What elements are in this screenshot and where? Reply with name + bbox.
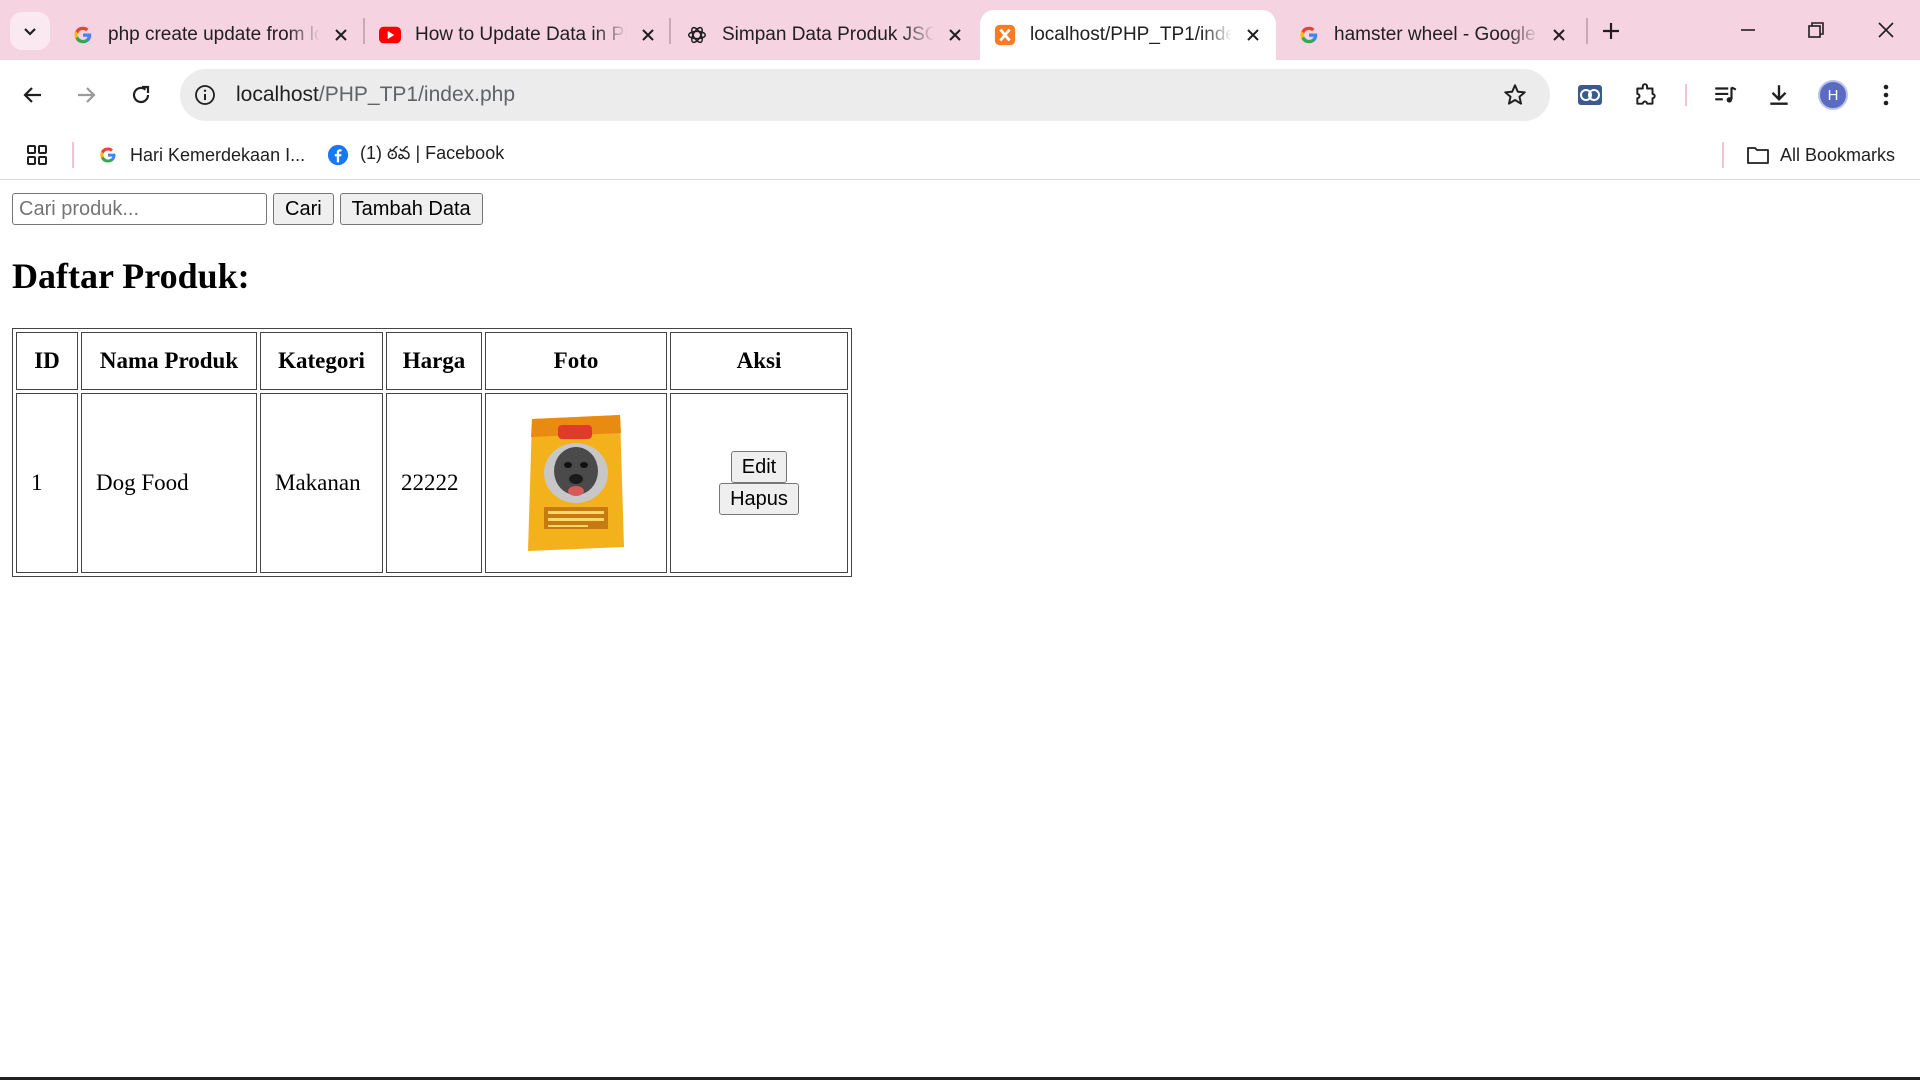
restore-button[interactable] [1786, 8, 1846, 52]
close-window-button[interactable] [1856, 8, 1916, 52]
toolbar-divider [1685, 84, 1687, 106]
tab-2[interactable]: How to Update Data in PHP [365, 10, 671, 60]
tab-1[interactable]: php create update from local JSON [58, 10, 364, 60]
minimize-icon [1741, 29, 1755, 31]
bookmarks-bar: Hari Kemerdekaan I... (1) ఠవ | Facebook … [0, 130, 1920, 180]
all-bookmarks-button[interactable]: All Bookmarks [1746, 140, 1895, 170]
apps-grid-icon [27, 145, 47, 165]
arrow-right-icon [78, 87, 96, 103]
search-input[interactable] [12, 193, 267, 225]
google-icon [1298, 24, 1320, 46]
cell-id: 1 [16, 393, 78, 573]
bookmark-item-1[interactable]: Hari Kemerdekaan I... [96, 140, 305, 170]
tab-title: hamster wheel - Google Search [1334, 24, 1538, 45]
close-icon[interactable] [330, 24, 352, 46]
bookmark-label: (1) ఠవ | Facebook [360, 142, 505, 163]
search-form: Cari Tambah Data [12, 193, 483, 225]
tab-strip: php create update from local JSON How to… [0, 0, 1920, 60]
tab-search-button[interactable] [10, 12, 50, 50]
close-icon[interactable] [1242, 24, 1264, 46]
facebook-icon [326, 143, 350, 167]
xampp-icon [994, 24, 1016, 46]
delete-button[interactable]: Hapus [719, 483, 799, 515]
google-icon [96, 143, 120, 167]
youtube-icon [379, 24, 401, 46]
cell-actions: Edit Hapus [670, 393, 848, 573]
back-button[interactable] [13, 75, 53, 115]
page-title: Daftar Produk: [12, 256, 250, 296]
download-icon[interactable] [1759, 75, 1799, 115]
extension-readaloud-icon[interactable] [1570, 75, 1610, 115]
info-icon[interactable] [192, 82, 218, 108]
page-content: Cari Tambah Data Daftar Produk: ID Nama … [0, 181, 1920, 1078]
products-table: ID Nama Produk Kategori Harga Foto Aksi … [12, 328, 852, 577]
tab-title: localhost/PHP_TP1/index.php [1030, 24, 1232, 45]
minimize-button[interactable] [1718, 8, 1778, 52]
bookmark-label: Hari Kemerdekaan I... [130, 144, 306, 165]
google-icon [72, 24, 94, 46]
url-path: /PHP_TP1/index.php [318, 83, 516, 106]
url-host: localhost [236, 83, 319, 106]
profile-avatar[interactable]: H [1818, 80, 1848, 110]
star-icon[interactable] [1502, 82, 1528, 108]
arrow-left-icon [23, 87, 41, 103]
close-icon[interactable] [637, 24, 659, 46]
cell-name: Dog Food [81, 393, 257, 573]
media-queue-icon[interactable] [1705, 75, 1745, 115]
add-data-button[interactable]: Tambah Data [339, 193, 483, 225]
dog-food-bag-image [528, 415, 624, 551]
chatgpt-icon [686, 24, 708, 46]
forward-button[interactable] [66, 75, 106, 115]
close-icon[interactable] [944, 24, 966, 46]
column-header-name: Nama Produk [81, 332, 257, 390]
column-header-price: Harga [386, 332, 482, 390]
search-button[interactable]: Cari [273, 193, 334, 225]
tab-3[interactable]: Simpan Data Produk JSON [672, 10, 978, 60]
restore-icon [1808, 22, 1824, 38]
folder-icon [1746, 143, 1770, 167]
cell-category: Makanan [260, 393, 383, 573]
new-tab-button[interactable] [1592, 14, 1630, 48]
extensions-puzzle-icon[interactable] [1626, 75, 1666, 115]
url-text: localhost/PHP_TP1/index.php [236, 83, 515, 107]
column-header-id: ID [16, 332, 78, 390]
cell-photo [485, 393, 667, 573]
bookmark-divider [72, 142, 74, 168]
plus-icon [1603, 23, 1619, 39]
table-header-row: ID Nama Produk Kategori Harga Foto Aksi [16, 332, 848, 390]
cell-price: 22222 [386, 393, 482, 573]
browser-toolbar: localhost/PHP_TP1/index.php H [0, 60, 1920, 130]
tab-title: Simpan Data Produk JSON [722, 24, 934, 45]
tab-5[interactable]: hamster wheel - Google Search [1284, 10, 1582, 60]
close-icon[interactable] [1548, 24, 1570, 46]
chevron-down-icon [24, 28, 36, 36]
all-bookmarks-label: All Bookmarks [1780, 144, 1896, 165]
tab-separator [669, 18, 671, 44]
column-header-photo: Foto [485, 332, 667, 390]
reload-icon [132, 85, 150, 104]
bookmark-item-2[interactable]: (1) ఠవ | Facebook [326, 140, 504, 170]
column-header-actions: Aksi [670, 332, 848, 390]
column-header-category: Kategori [260, 332, 383, 390]
edit-button[interactable]: Edit [730, 451, 788, 483]
tab-separator [1586, 18, 1588, 44]
bookmark-divider [1722, 142, 1724, 168]
tab-4-active[interactable]: localhost/PHP_TP1/index.php [980, 10, 1276, 60]
more-menu-icon[interactable] [1866, 75, 1906, 115]
apps-button[interactable] [26, 140, 48, 170]
address-bar[interactable]: localhost/PHP_TP1/index.php [180, 69, 1550, 121]
reload-button[interactable] [121, 75, 161, 115]
tab-title: How to Update Data in PHP [415, 24, 627, 45]
close-icon [1878, 22, 1894, 38]
tab-title: php create update from local JSON [108, 24, 320, 45]
table-row: 1 Dog Food Makanan 22222 Edit Hapus [16, 393, 848, 573]
